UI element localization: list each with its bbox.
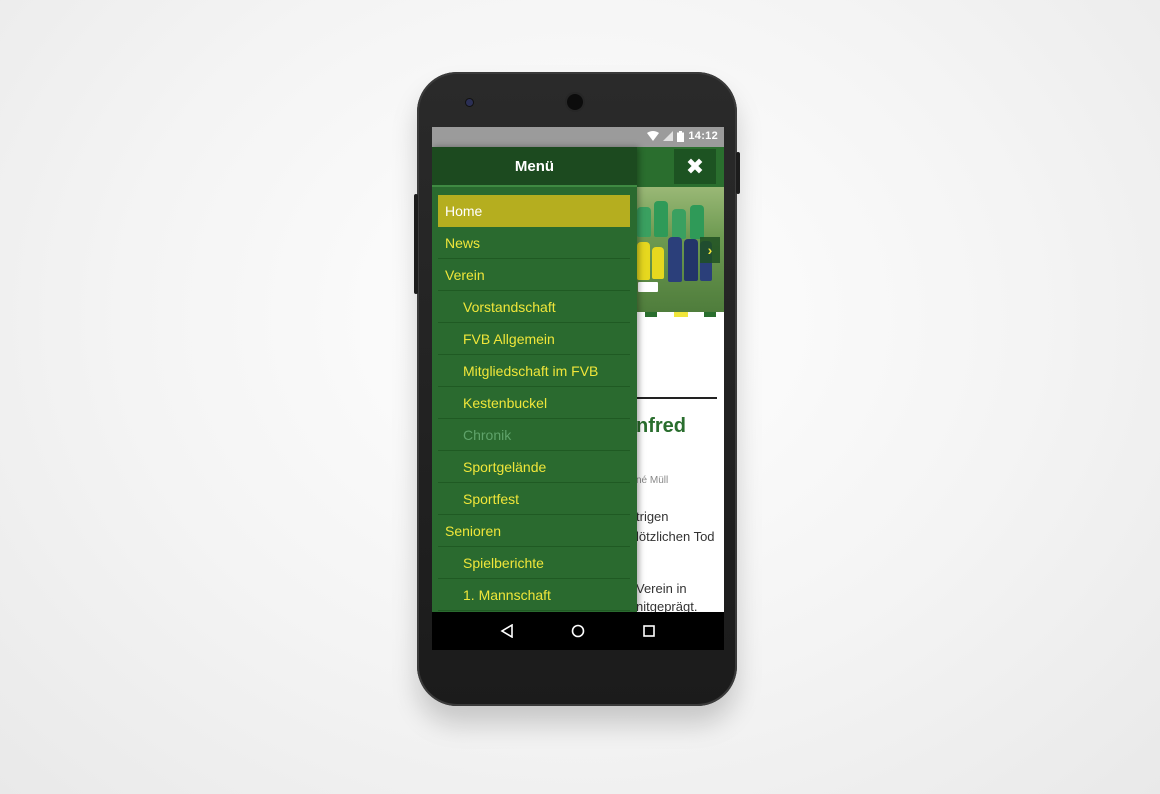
recents-square-icon [642, 625, 655, 637]
menu-list: Home News Verein Vorstandschaft FVB Allgemei… [438, 195, 630, 611]
menu-item[interactable]: Sportgelände [438, 451, 630, 483]
article-text-line: Verein in [636, 581, 687, 596]
menu-item[interactable]: News [438, 227, 630, 259]
menu-item[interactable]: Chronik [438, 419, 630, 451]
screen: 14:12 ✖ › nfred né Müll trigen lötzliche… [432, 127, 724, 650]
menu-item[interactable]: Spielberichte [438, 547, 630, 579]
navigation-drawer: Menü Home News Verein Vorstandschaft FVB All… [432, 147, 637, 612]
wifi-icon [647, 131, 660, 141]
home-button[interactable] [569, 622, 587, 640]
divider [632, 397, 717, 399]
drawer-title: Menü [432, 147, 637, 187]
phone-frame: 14:12 ✖ › nfred né Müll trigen lötzliche… [414, 72, 740, 706]
menu-item[interactable]: Kestenbuckel [438, 387, 630, 419]
menu-item[interactable]: Home [438, 195, 630, 227]
android-nav-bar [432, 612, 724, 650]
back-button[interactable] [498, 622, 516, 640]
menu-item[interactable]: Senioren [438, 515, 630, 547]
menu-item[interactable]: Vorstandschaft [438, 291, 630, 323]
article-text-line: lötzlichen Tod [636, 529, 715, 544]
menu-item[interactable]: Sportfest [438, 483, 630, 515]
power-button [736, 152, 740, 194]
close-menu-button[interactable]: ✖ [674, 149, 716, 184]
chevron-right-icon: › [707, 242, 713, 258]
volume-button [414, 194, 418, 294]
front-camera [567, 94, 583, 110]
signal-icon [663, 131, 674, 141]
battery-icon [677, 130, 685, 142]
home-circle-icon [571, 624, 585, 638]
article-text-line: trigen [636, 509, 669, 524]
slider-next-button[interactable]: › [700, 237, 720, 263]
menu-item[interactable]: Verein [438, 259, 630, 291]
recents-button[interactable] [640, 622, 658, 640]
menu-item[interactable]: Mitgliedschaft im FVB [438, 355, 630, 387]
status-time: 14:12 [688, 130, 718, 142]
back-icon [500, 624, 514, 638]
proximity-sensor [466, 99, 473, 106]
article-author: né Müll [636, 475, 669, 486]
status-bar: 14:12 [432, 127, 724, 147]
close-icon: ✖ [685, 153, 705, 179]
menu-item[interactable]: 1. Mannschaft [438, 579, 630, 611]
menu-item[interactable]: FVB Allgemein [438, 323, 630, 355]
article-title: nfred [636, 415, 686, 437]
